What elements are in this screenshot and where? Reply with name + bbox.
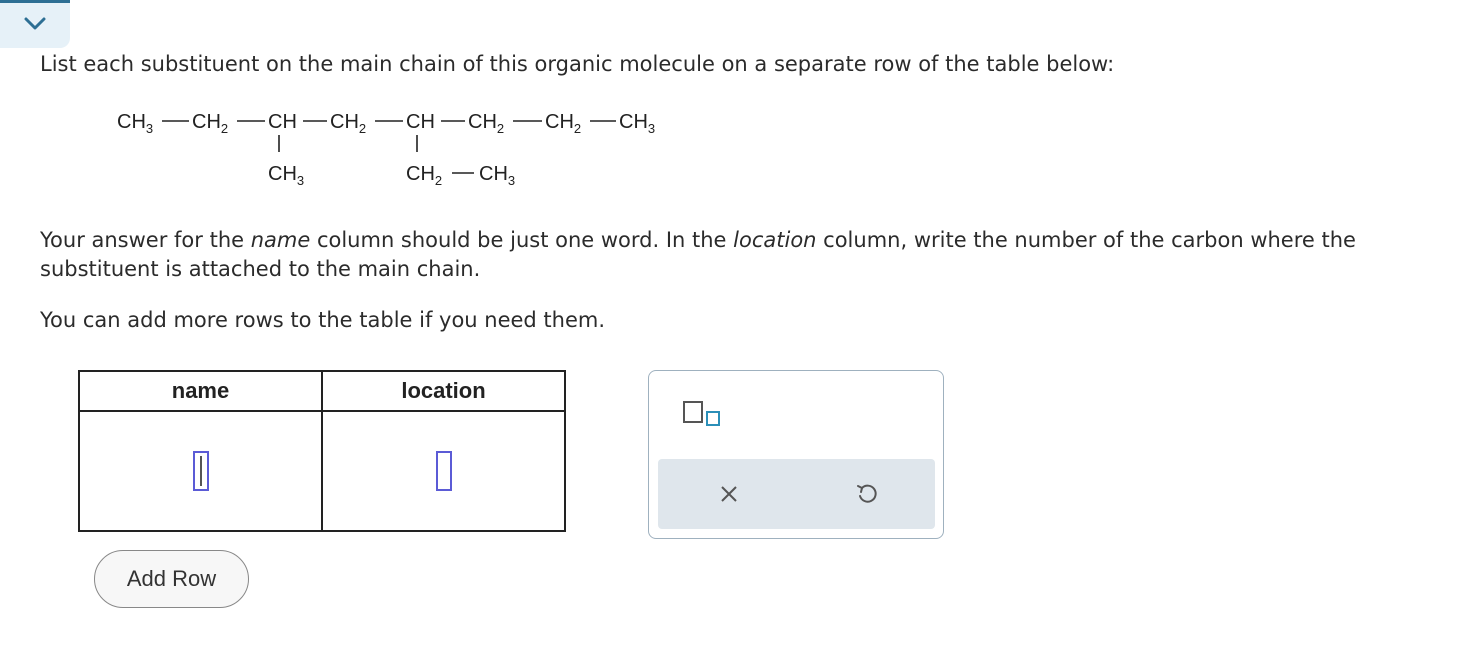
- instructions-text-2: column should be just one word. In the: [310, 228, 734, 252]
- superscript-box-icon[interactable]: [682, 399, 724, 429]
- column-header-location: location: [321, 370, 566, 412]
- main-chain-group: CH: [406, 111, 435, 133]
- main-chain-group: CH2: [192, 111, 228, 136]
- branch-group: CH3: [479, 163, 515, 188]
- main-chain-group: CH2: [468, 111, 504, 136]
- main-chain-group: CH: [268, 111, 297, 133]
- main-chain-group: CH2: [545, 111, 581, 136]
- location-cell: [321, 410, 566, 532]
- table-row: [78, 410, 566, 532]
- main-chain-group: CH3: [117, 111, 153, 136]
- page: List each substituent on the main chain …: [0, 0, 1465, 646]
- instructions-text-1: Your answer for the: [40, 228, 251, 252]
- main-chain-group: CH2: [330, 111, 366, 136]
- molecule-structure: CH3 CH2 CH CH2 CH CH2 CH2 CH3 CH3 CH2 CH3: [117, 111, 655, 188]
- name-input[interactable]: [192, 451, 209, 491]
- main-chain-group: CH3: [619, 111, 655, 136]
- tool-footer: [658, 459, 935, 529]
- prompt-intro: List each substituent on the main chain …: [40, 52, 1115, 76]
- chevron-down-icon: [24, 17, 46, 30]
- undo-icon[interactable]: [855, 482, 879, 506]
- prompt-instructions: Your answer for the name column should b…: [40, 226, 1440, 284]
- add-row-button[interactable]: Add Row: [94, 550, 249, 608]
- branch-group: CH2: [406, 163, 442, 188]
- name-cell: [78, 410, 323, 532]
- collapse-button[interactable]: [0, 0, 70, 48]
- prompt-add-more: You can add more rows to the table if yo…: [40, 308, 606, 332]
- answer-tools-panel: [648, 370, 944, 539]
- column-header-name: name: [78, 370, 323, 412]
- instructions-emphasis-location: location: [733, 228, 817, 252]
- close-icon[interactable]: [719, 484, 739, 504]
- answer-table: name location: [78, 370, 566, 532]
- location-input[interactable]: [435, 451, 452, 491]
- instructions-emphasis-name: name: [250, 228, 311, 252]
- branch-group: CH3: [268, 163, 304, 188]
- table-header-row: name location: [78, 370, 566, 412]
